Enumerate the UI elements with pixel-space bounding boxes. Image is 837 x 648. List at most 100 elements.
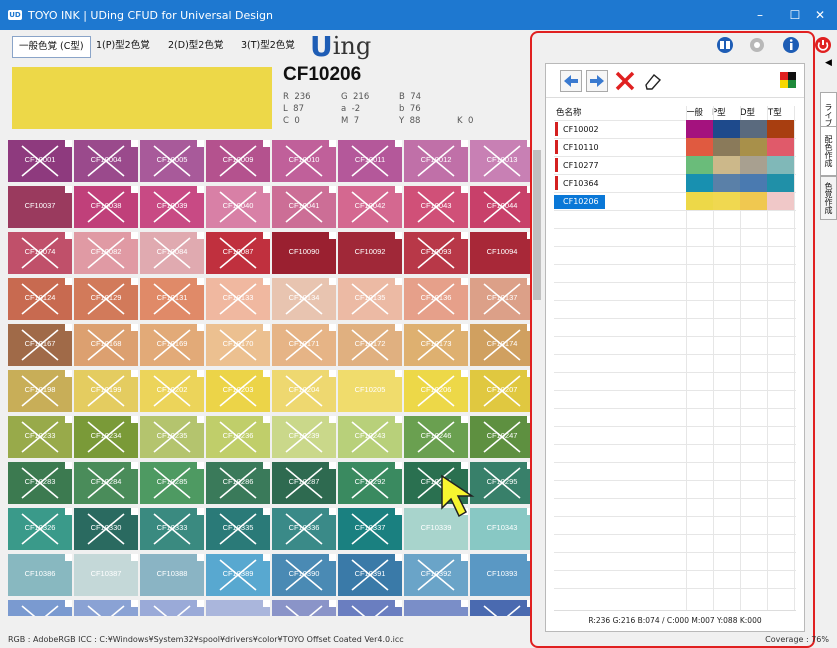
- color-swatch[interactable]: CF10292: [338, 462, 402, 504]
- color-swatch[interactable]: CF10129: [74, 278, 138, 320]
- color-swatch[interactable]: CF10198: [8, 370, 72, 412]
- color-swatch[interactable]: CF10421: [74, 600, 138, 616]
- color-swatch[interactable]: CF10426: [404, 600, 468, 616]
- color-swatch[interactable]: CF10074: [8, 232, 72, 274]
- color-swatch[interactable]: CF10247: [470, 416, 530, 458]
- color-swatch[interactable]: CF10134: [272, 278, 336, 320]
- tab-d-type[interactable]: 2(D)型2色覚: [162, 36, 229, 58]
- list-item[interactable]: CF10110: [554, 138, 796, 156]
- color-swatch[interactable]: CF10425: [338, 600, 402, 616]
- color-swatch[interactable]: CF10170: [206, 324, 270, 366]
- color-swatch[interactable]: CF10284: [74, 462, 138, 504]
- color-swatch[interactable]: CF10392: [404, 554, 468, 596]
- color-swatch[interactable]: CF10039: [140, 186, 204, 228]
- color-swatch[interactable]: CF10285: [140, 462, 204, 504]
- color-swatch[interactable]: CF10037: [8, 186, 72, 228]
- book-icon[interactable]: [716, 36, 734, 56]
- color-swatch[interactable]: CF10427: [470, 600, 530, 616]
- color-swatch[interactable]: CF10087: [206, 232, 270, 274]
- collapse-arrow-icon[interactable]: ◀: [820, 58, 837, 78]
- color-swatch[interactable]: CF10137: [470, 278, 530, 320]
- side-tab-scheme[interactable]: 配色作成: [820, 126, 837, 176]
- delete-button[interactable]: [614, 70, 636, 92]
- tab-t-type[interactable]: 3(T)型2色覚: [235, 36, 301, 58]
- color-swatch[interactable]: CF10084: [140, 232, 204, 274]
- color-swatch[interactable]: CF10390: [272, 554, 336, 596]
- color-swatch[interactable]: CF10333: [140, 508, 204, 550]
- info-icon[interactable]: [782, 36, 800, 56]
- color-swatch[interactable]: CF10011: [338, 140, 402, 182]
- side-tab-vision[interactable]: 色覚作成: [820, 176, 837, 220]
- color-swatch[interactable]: CF10386: [8, 554, 72, 596]
- color-swatch[interactable]: CF10423: [206, 600, 270, 616]
- color-swatch[interactable]: CF10287: [272, 462, 336, 504]
- palette-horizontal-scrollbar[interactable]: [8, 616, 530, 630]
- color-swatch[interactable]: CF10131: [140, 278, 204, 320]
- color-swatch[interactable]: CF10172: [338, 324, 402, 366]
- color-swatch[interactable]: CF10239: [272, 416, 336, 458]
- color-swatch[interactable]: CF10286: [206, 462, 270, 504]
- color-swatch[interactable]: CF10168: [74, 324, 138, 366]
- color-swatch[interactable]: CF10094: [470, 232, 530, 274]
- color-swatch[interactable]: CF10422: [140, 600, 204, 616]
- color-swatch[interactable]: CF10236: [206, 416, 270, 458]
- color-swatch[interactable]: CF10042: [338, 186, 402, 228]
- color-swatch[interactable]: CF10012: [404, 140, 468, 182]
- minimize-button[interactable]: –: [743, 0, 777, 30]
- color-swatch[interactable]: CF10424: [272, 600, 336, 616]
- color-swatch[interactable]: CF10133: [206, 278, 270, 320]
- list-item[interactable]: CF10002: [554, 120, 796, 138]
- color-swatch[interactable]: CF10202: [140, 370, 204, 412]
- color-swatch[interactable]: CF10004: [74, 140, 138, 182]
- color-swatch[interactable]: CF10136: [404, 278, 468, 320]
- color-swatch[interactable]: CF10199: [74, 370, 138, 412]
- color-swatch[interactable]: CF10243: [338, 416, 402, 458]
- color-swatch[interactable]: CF10082: [74, 232, 138, 274]
- color-swatch[interactable]: CF10420: [8, 600, 72, 616]
- move-right-button[interactable]: [586, 70, 608, 92]
- tab-p-type[interactable]: 1(P)型2色覚: [90, 36, 156, 58]
- color-swatch[interactable]: CF10040: [206, 186, 270, 228]
- color-swatch[interactable]: CF10009: [206, 140, 270, 182]
- color-swatch[interactable]: CF10043: [404, 186, 468, 228]
- color-swatch[interactable]: CF10174: [470, 324, 530, 366]
- color-swatch[interactable]: CF10013: [470, 140, 530, 182]
- color-swatch[interactable]: CF10235: [140, 416, 204, 458]
- tab-normal-vision[interactable]: 一般色覚 (C型): [12, 36, 91, 58]
- color-swatch[interactable]: CF10041: [272, 186, 336, 228]
- color-swatch[interactable]: CF10203: [206, 370, 270, 412]
- color-swatch[interactable]: CF10135: [338, 278, 402, 320]
- color-swatch[interactable]: CF10001: [8, 140, 72, 182]
- color-swatch[interactable]: CF10326: [8, 508, 72, 550]
- move-left-button[interactable]: [560, 70, 582, 92]
- power-icon[interactable]: [814, 36, 832, 56]
- color-swatch[interactable]: CF10173: [404, 324, 468, 366]
- color-swatch[interactable]: CF10389: [206, 554, 270, 596]
- close-button[interactable]: ✕: [803, 0, 837, 30]
- color-swatch[interactable]: CF10234: [74, 416, 138, 458]
- color-swatch[interactable]: CF10167: [8, 324, 72, 366]
- color-swatch[interactable]: CF10044: [470, 186, 530, 228]
- color-swatch[interactable]: CF10010: [272, 140, 336, 182]
- color-swatch[interactable]: CF10169: [140, 324, 204, 366]
- color-swatch[interactable]: CF10233: [8, 416, 72, 458]
- color-mode-button[interactable]: [780, 72, 796, 88]
- color-swatch[interactable]: CF10387: [74, 554, 138, 596]
- color-swatch[interactable]: CF10206: [404, 370, 468, 412]
- color-swatch[interactable]: CF10246: [404, 416, 468, 458]
- color-swatch[interactable]: CF10093: [404, 232, 468, 274]
- color-swatch[interactable]: CF10092: [338, 232, 402, 274]
- color-swatch[interactable]: CF10204: [272, 370, 336, 412]
- color-swatch[interactable]: CF10171: [272, 324, 336, 366]
- color-swatch[interactable]: CF10205: [338, 370, 402, 412]
- color-swatch[interactable]: CF10330: [74, 508, 138, 550]
- color-swatch[interactable]: CF10124: [8, 278, 72, 320]
- color-swatch[interactable]: CF10388: [140, 554, 204, 596]
- color-swatch[interactable]: CF10391: [338, 554, 402, 596]
- color-swatch[interactable]: CF10005: [140, 140, 204, 182]
- color-swatch[interactable]: CF10337: [338, 508, 402, 550]
- color-swatch[interactable]: CF10336: [272, 508, 336, 550]
- color-swatch[interactable]: CF10393: [470, 554, 530, 596]
- color-swatch[interactable]: CF10283: [8, 462, 72, 504]
- list-item[interactable]: CF10206: [554, 192, 796, 210]
